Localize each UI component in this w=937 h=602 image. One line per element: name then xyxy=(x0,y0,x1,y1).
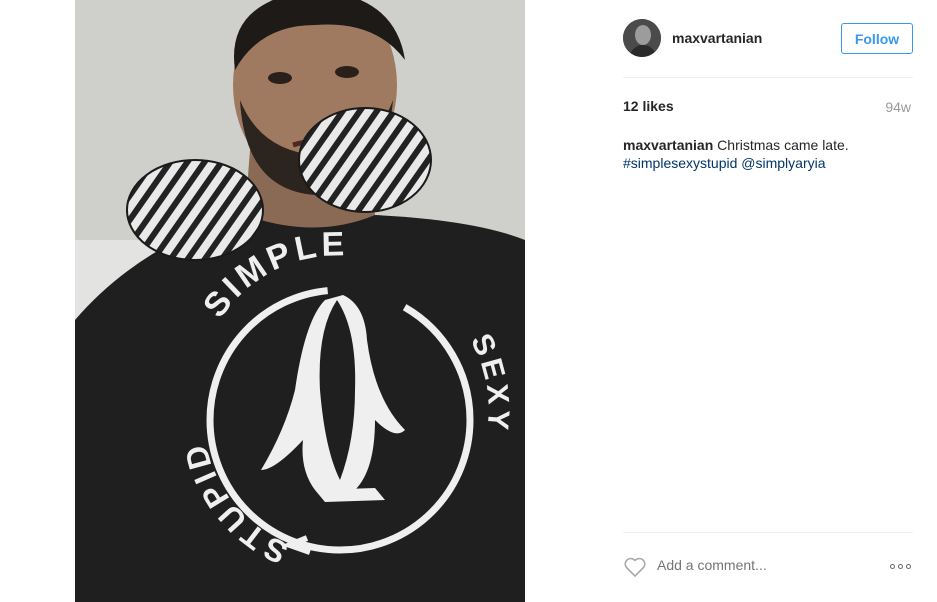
more-options-icon[interactable] xyxy=(887,557,913,575)
post-photo-image: SIMPLE SEXY STUPID xyxy=(75,0,525,602)
avatar[interactable] xyxy=(623,19,661,57)
heart-outline-icon[interactable] xyxy=(623,556,647,578)
hashtag-link[interactable]: #simplesexystupid xyxy=(623,155,737,171)
likes-count[interactable]: 12 likes xyxy=(623,98,674,114)
post-details-panel: maxvartanian Follow 12 likes 94w maxvart… xyxy=(525,0,937,602)
more-dot xyxy=(897,563,903,569)
username-link[interactable]: maxvartanian xyxy=(672,30,762,46)
post-photo[interactable]: SIMPLE SEXY STUPID xyxy=(75,0,525,602)
follow-button[interactable]: Follow xyxy=(841,23,913,54)
mention-link[interactable]: @simplyaryia xyxy=(741,155,825,171)
comment-bar xyxy=(623,532,913,602)
more-dot xyxy=(905,563,911,569)
comment-input[interactable] xyxy=(657,557,867,573)
more-dot xyxy=(889,563,895,569)
caption: maxvartanian Christmas came late. #simpl… xyxy=(623,136,913,172)
post-header: maxvartanian Follow xyxy=(623,0,913,78)
post-time[interactable]: 94w xyxy=(885,99,911,115)
caption-text: Christmas came late. xyxy=(717,137,849,153)
caption-username[interactable]: maxvartanian xyxy=(623,137,713,153)
